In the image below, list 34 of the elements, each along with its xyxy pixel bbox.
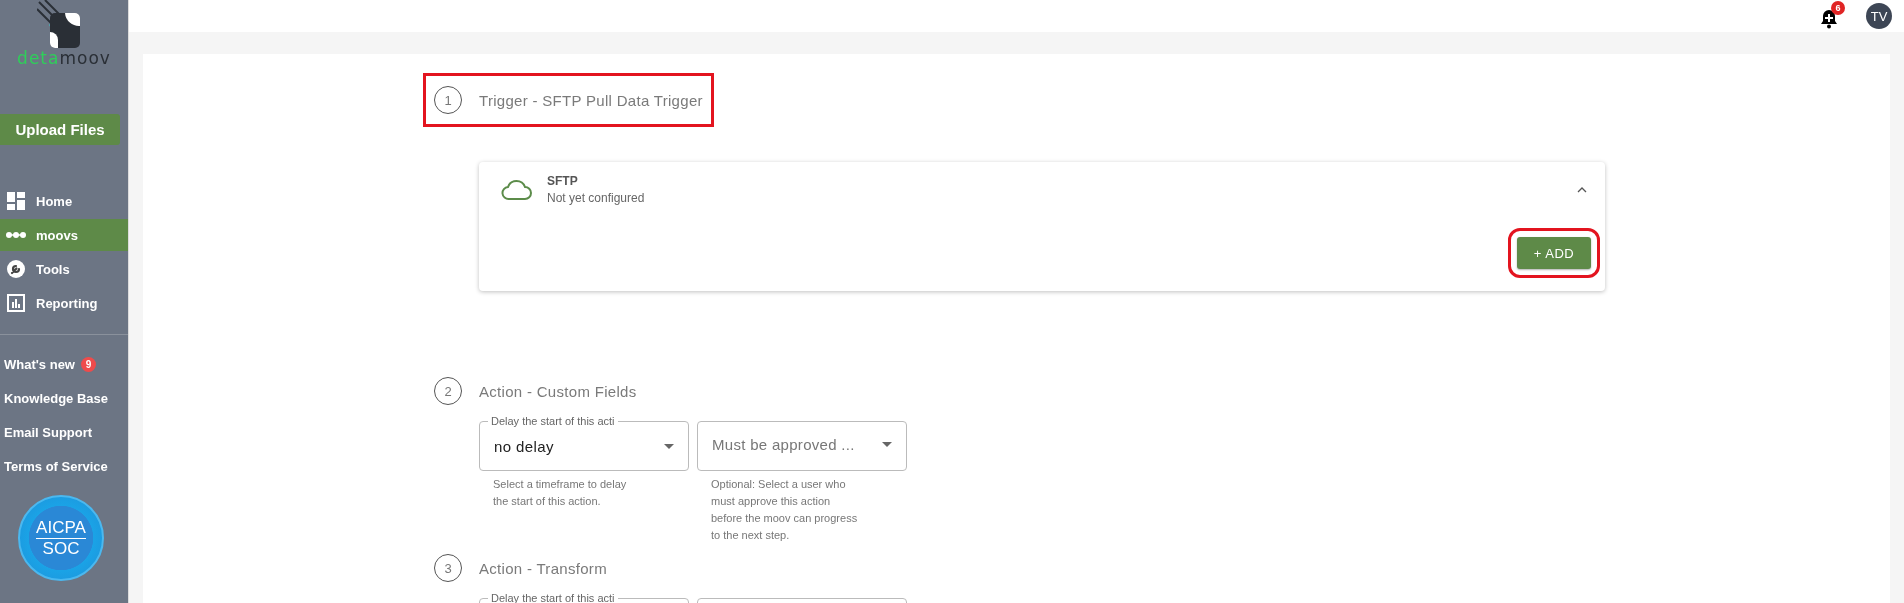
certification-seal: AICPA SOC	[18, 495, 104, 581]
dropdown-field[interactable]: Delay the start of this acti no delay	[479, 415, 689, 471]
user-avatar[interactable]: TV	[1866, 3, 1892, 29]
notification-count: 6	[1831, 1, 1845, 15]
logo-text: deta moov	[17, 48, 111, 68]
bell-icon[interactable]	[1820, 9, 1838, 29]
nav-item[interactable]: Reporting	[0, 287, 128, 319]
add-button[interactable]: + ADD	[1517, 237, 1591, 269]
step-title: Action - Transform	[479, 559, 607, 577]
caret-icon	[664, 444, 674, 449]
sidebar-link[interactable]: What's new	[4, 356, 75, 372]
sidebar-link[interactable]: Knowledge Base	[4, 390, 109, 406]
step-title: Action - Custom Fields	[479, 382, 637, 400]
chart-icon	[6, 294, 26, 312]
sidebar-link[interactable]: Terms of Service	[4, 458, 108, 474]
nav-item[interactable]: moovs	[0, 219, 128, 251]
card-title: SFTP	[547, 174, 579, 188]
caret-icon	[882, 441, 892, 447]
dropdown-field[interactable]: Must be approved ...	[697, 421, 907, 471]
count-badge: 9	[81, 356, 96, 372]
nav-item[interactable]: Home	[0, 185, 128, 217]
logo-icon	[37, 0, 81, 50]
sidebar-link[interactable]: Email Support	[4, 424, 93, 440]
field-label: Delay the start of this acti	[490, 415, 616, 427]
dots-icon	[6, 231, 26, 239]
grid-icon	[6, 192, 26, 210]
helper-text: Optional: Select a user who must approve this action before the moov can progress to the next step.	[711, 477, 859, 543]
card-status: Not yet configured	[547, 191, 646, 205]
cloud-icon	[501, 178, 533, 201]
chevron-up-icon[interactable]	[1577, 186, 1587, 193]
helper-text: Select a timeframe to delay the start of this action.	[493, 477, 628, 509]
upload-files-button[interactable]: Upload Files	[0, 114, 120, 145]
step-title: Trigger - SFTP Pull Data Trigger	[479, 91, 703, 109]
nav-item[interactable]: Tools	[0, 253, 128, 285]
